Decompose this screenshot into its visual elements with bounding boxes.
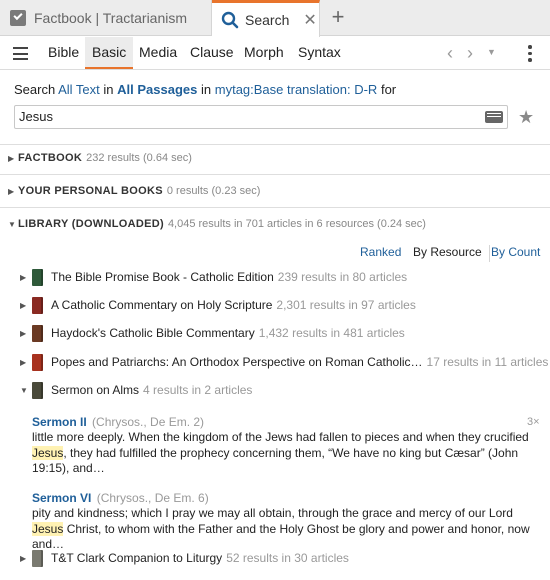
tab-search-label: Search (245, 12, 290, 28)
mode-bible[interactable]: Bible (41, 37, 86, 69)
article-hit-header: Sermon VI (Chrysos., De Em. 6) (32, 491, 209, 505)
expand-icon: ▶ (20, 272, 27, 282)
resource-meta: 1,432 results in 481 articles (258, 326, 405, 340)
resource-row[interactable]: ▶ The Bible Promise Book - Catholic Edit… (20, 267, 407, 287)
search-query: Jesus (19, 109, 53, 124)
factbook-check-icon (10, 10, 26, 26)
resource-meta: 17 results in 11 articles (426, 355, 549, 369)
section-meta: 0 results (0.23 sec) (166, 185, 261, 197)
resource-title: T&T Clark Companion to Liturgy (51, 551, 223, 565)
book-cover-icon (32, 381, 43, 399)
expand-icon: ▶ (8, 154, 15, 163)
sort-by-resource-link[interactable]: By Resource (413, 245, 490, 262)
collapse-icon: ▼ (20, 385, 28, 395)
resource-meta: 52 results in 30 articles (226, 551, 349, 565)
expand-icon: ▶ (20, 328, 27, 338)
keyboard-icon[interactable] (485, 111, 503, 123)
divider (0, 144, 550, 145)
book-cover-icon (32, 296, 43, 314)
sort-ranked-link[interactable]: Ranked (360, 245, 401, 259)
resource-title: Popes and Patriarchs: An Orthodox Perspe… (51, 355, 423, 369)
search-toolbar: Bible Basic Media Clause Morph Syntax ‹ … (0, 37, 550, 70)
resource-meta: 239 results in 80 articles (277, 270, 408, 284)
resource-title: A Catholic Commentary on Holy Scripture (51, 298, 273, 312)
article-title-link[interactable]: Sermon II (32, 415, 87, 429)
resource-row[interactable]: ▶ A Catholic Commentary on Holy Scriptur… (20, 295, 416, 315)
history-dropdown-icon[interactable]: ▼ (487, 47, 496, 57)
search-match-highlight: Jesus (32, 445, 64, 460)
close-icon[interactable]: ✕ (303, 10, 316, 30)
scope-suffix: for (380, 82, 397, 97)
resource-row[interactable]: ▶ Haydock's Catholic Bible Commentary 1,… (20, 323, 405, 343)
scope-prefix: Search (14, 82, 56, 97)
search-input[interactable]: Jesus (14, 105, 508, 129)
more-options-icon[interactable] (528, 45, 532, 65)
menu-icon[interactable] (13, 47, 28, 60)
mode-media[interactable]: Media (132, 37, 184, 69)
expand-icon: ▶ (20, 300, 27, 310)
divider (0, 207, 550, 208)
mode-morph[interactable]: Morph (237, 37, 291, 69)
search-scope: Search All Text in All Passages in mytag… (14, 82, 396, 97)
snippet-text: little more deeply. When the kingdom of … (32, 430, 529, 444)
resource-title: The Bible Promise Book - Catholic Editio… (51, 270, 274, 284)
resource-row[interactable]: ▶ T&T Clark Companion to Liturgy 52 resu… (20, 548, 349, 568)
tab-strip: Factbook | Tractarianism Search ✕ + (0, 0, 550, 37)
section-factbook[interactable]: ▶ FACTBOOK 232 results (0.64 sec) (8, 152, 192, 164)
resource-meta: 4 results in 2 articles (143, 383, 253, 397)
resource-title: Haydock's Catholic Bible Commentary (51, 326, 255, 340)
mode-basic[interactable]: Basic (85, 37, 134, 69)
snippet-text: Christ, to whom with the Father and the … (32, 521, 530, 552)
snippet-text: pity and kindness; which I pray we may a… (32, 506, 513, 520)
back-icon[interactable]: ‹ (447, 43, 453, 64)
divider (0, 174, 550, 175)
book-cover-icon (32, 549, 43, 567)
book-cover-icon (32, 268, 43, 286)
sort-by-count-link[interactable]: By Count (491, 245, 540, 259)
resource-meta: 2,301 results in 97 articles (276, 298, 416, 312)
scope-in-1: in (103, 82, 114, 97)
search-icon (221, 11, 239, 29)
snippet-text: , they had fulfilled the prophecy concer… (32, 445, 519, 476)
article-hit-header: Sermon II (Chrysos., De Em. 2) (32, 415, 204, 429)
add-tab-icon[interactable]: + (328, 6, 348, 28)
article-title-link[interactable]: Sermon VI (32, 491, 91, 505)
article-snippet[interactable]: little more deeply. When the kingdom of … (32, 430, 540, 477)
section-meta: 4,045 results in 701 articles in 6 resou… (167, 218, 426, 230)
tab-factbook[interactable]: Factbook | Tractarianism (0, 0, 212, 36)
article-source: (Chrysos., De Em. 6) (96, 491, 209, 505)
hit-count-badge: 3× (527, 416, 540, 428)
section-title: YOUR PERSONAL BOOKS (18, 185, 163, 197)
section-meta: 232 results (0.64 sec) (86, 152, 192, 164)
mode-clause[interactable]: Clause (183, 37, 241, 69)
scope-in-2: in (201, 82, 212, 97)
article-snippet[interactable]: pity and kindness; which I pray we may a… (32, 506, 540, 553)
expand-icon: ▶ (20, 357, 27, 367)
expand-icon: ▶ (20, 553, 27, 563)
tab-search[interactable]: Search ✕ (212, 0, 320, 37)
resource-title: Sermon on Alms (51, 383, 140, 397)
section-library[interactable]: ▼ LIBRARY (DOWNLOADED) 4,045 results in 70… (8, 218, 426, 230)
search-match-highlight: Jesus (32, 521, 64, 536)
collapse-icon: ▼ (8, 220, 16, 229)
scope-passages-link[interactable]: All Passages (117, 82, 197, 97)
article-source: (Chrysos., De Em. 2) (92, 415, 205, 429)
book-cover-icon (32, 324, 43, 342)
resource-row[interactable]: ▶ Popes and Patriarchs: An Orthodox Pers… (20, 352, 548, 372)
section-title: FACTBOOK (18, 152, 83, 164)
mode-syntax[interactable]: Syntax (291, 37, 348, 69)
scope-resource-link[interactable]: mytag:Base translation: D-R (215, 82, 378, 97)
scope-text-link[interactable]: All Text (58, 82, 100, 97)
forward-icon[interactable]: › (467, 43, 473, 64)
expand-icon: ▶ (8, 187, 15, 196)
section-title: LIBRARY (DOWNLOADED) (18, 218, 164, 230)
section-personal-books[interactable]: ▶ YOUR PERSONAL BOOKS 0 results (0.23 sec) (8, 185, 260, 197)
star-icon[interactable]: ★ (518, 107, 534, 128)
tab-factbook-label: Factbook | Tractarianism (34, 10, 188, 26)
book-cover-icon (32, 353, 43, 371)
resource-row[interactable]: ▼ Sermon on Alms 4 results in 2 articles (20, 380, 252, 400)
